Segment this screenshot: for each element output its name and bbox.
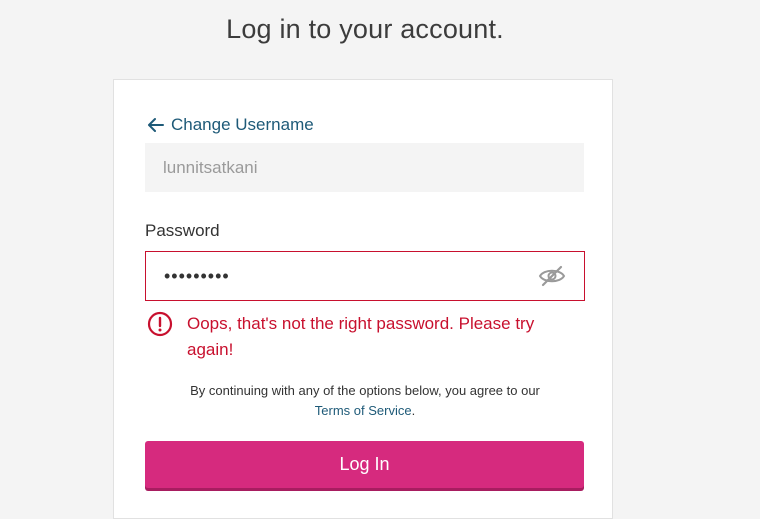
password-value: ••••••••• [164,265,230,286]
eye-slash-icon[interactable] [538,264,566,288]
terms-of-service-link[interactable]: Terms of Service [315,403,412,418]
terms-notice: By continuing with any of the options be… [145,381,585,421]
terms-prefix: By continuing with any of the options be… [190,383,540,398]
terms-suffix: . [411,403,416,418]
username-value: lunnitsatkani [163,157,258,177]
arrow-left-icon [147,117,165,133]
error-message: Oops, that's not the right password. Ple… [187,314,535,359]
change-username-label: Change Username [171,115,314,134]
login-card: Change Username lunnitsatkani Password •… [113,79,613,519]
password-field[interactable]: ••••••••• [145,251,585,301]
login-button[interactable]: Log In [145,441,584,488]
password-error: Oops, that's not the right password. Ple… [147,311,567,363]
username-field[interactable]: lunnitsatkani [145,143,584,192]
exclamation-circle-icon [147,311,173,337]
password-label: Password [145,221,220,240]
change-username-link[interactable]: Change Username [147,115,314,135]
page-title: Log in to your account. [226,14,504,44]
